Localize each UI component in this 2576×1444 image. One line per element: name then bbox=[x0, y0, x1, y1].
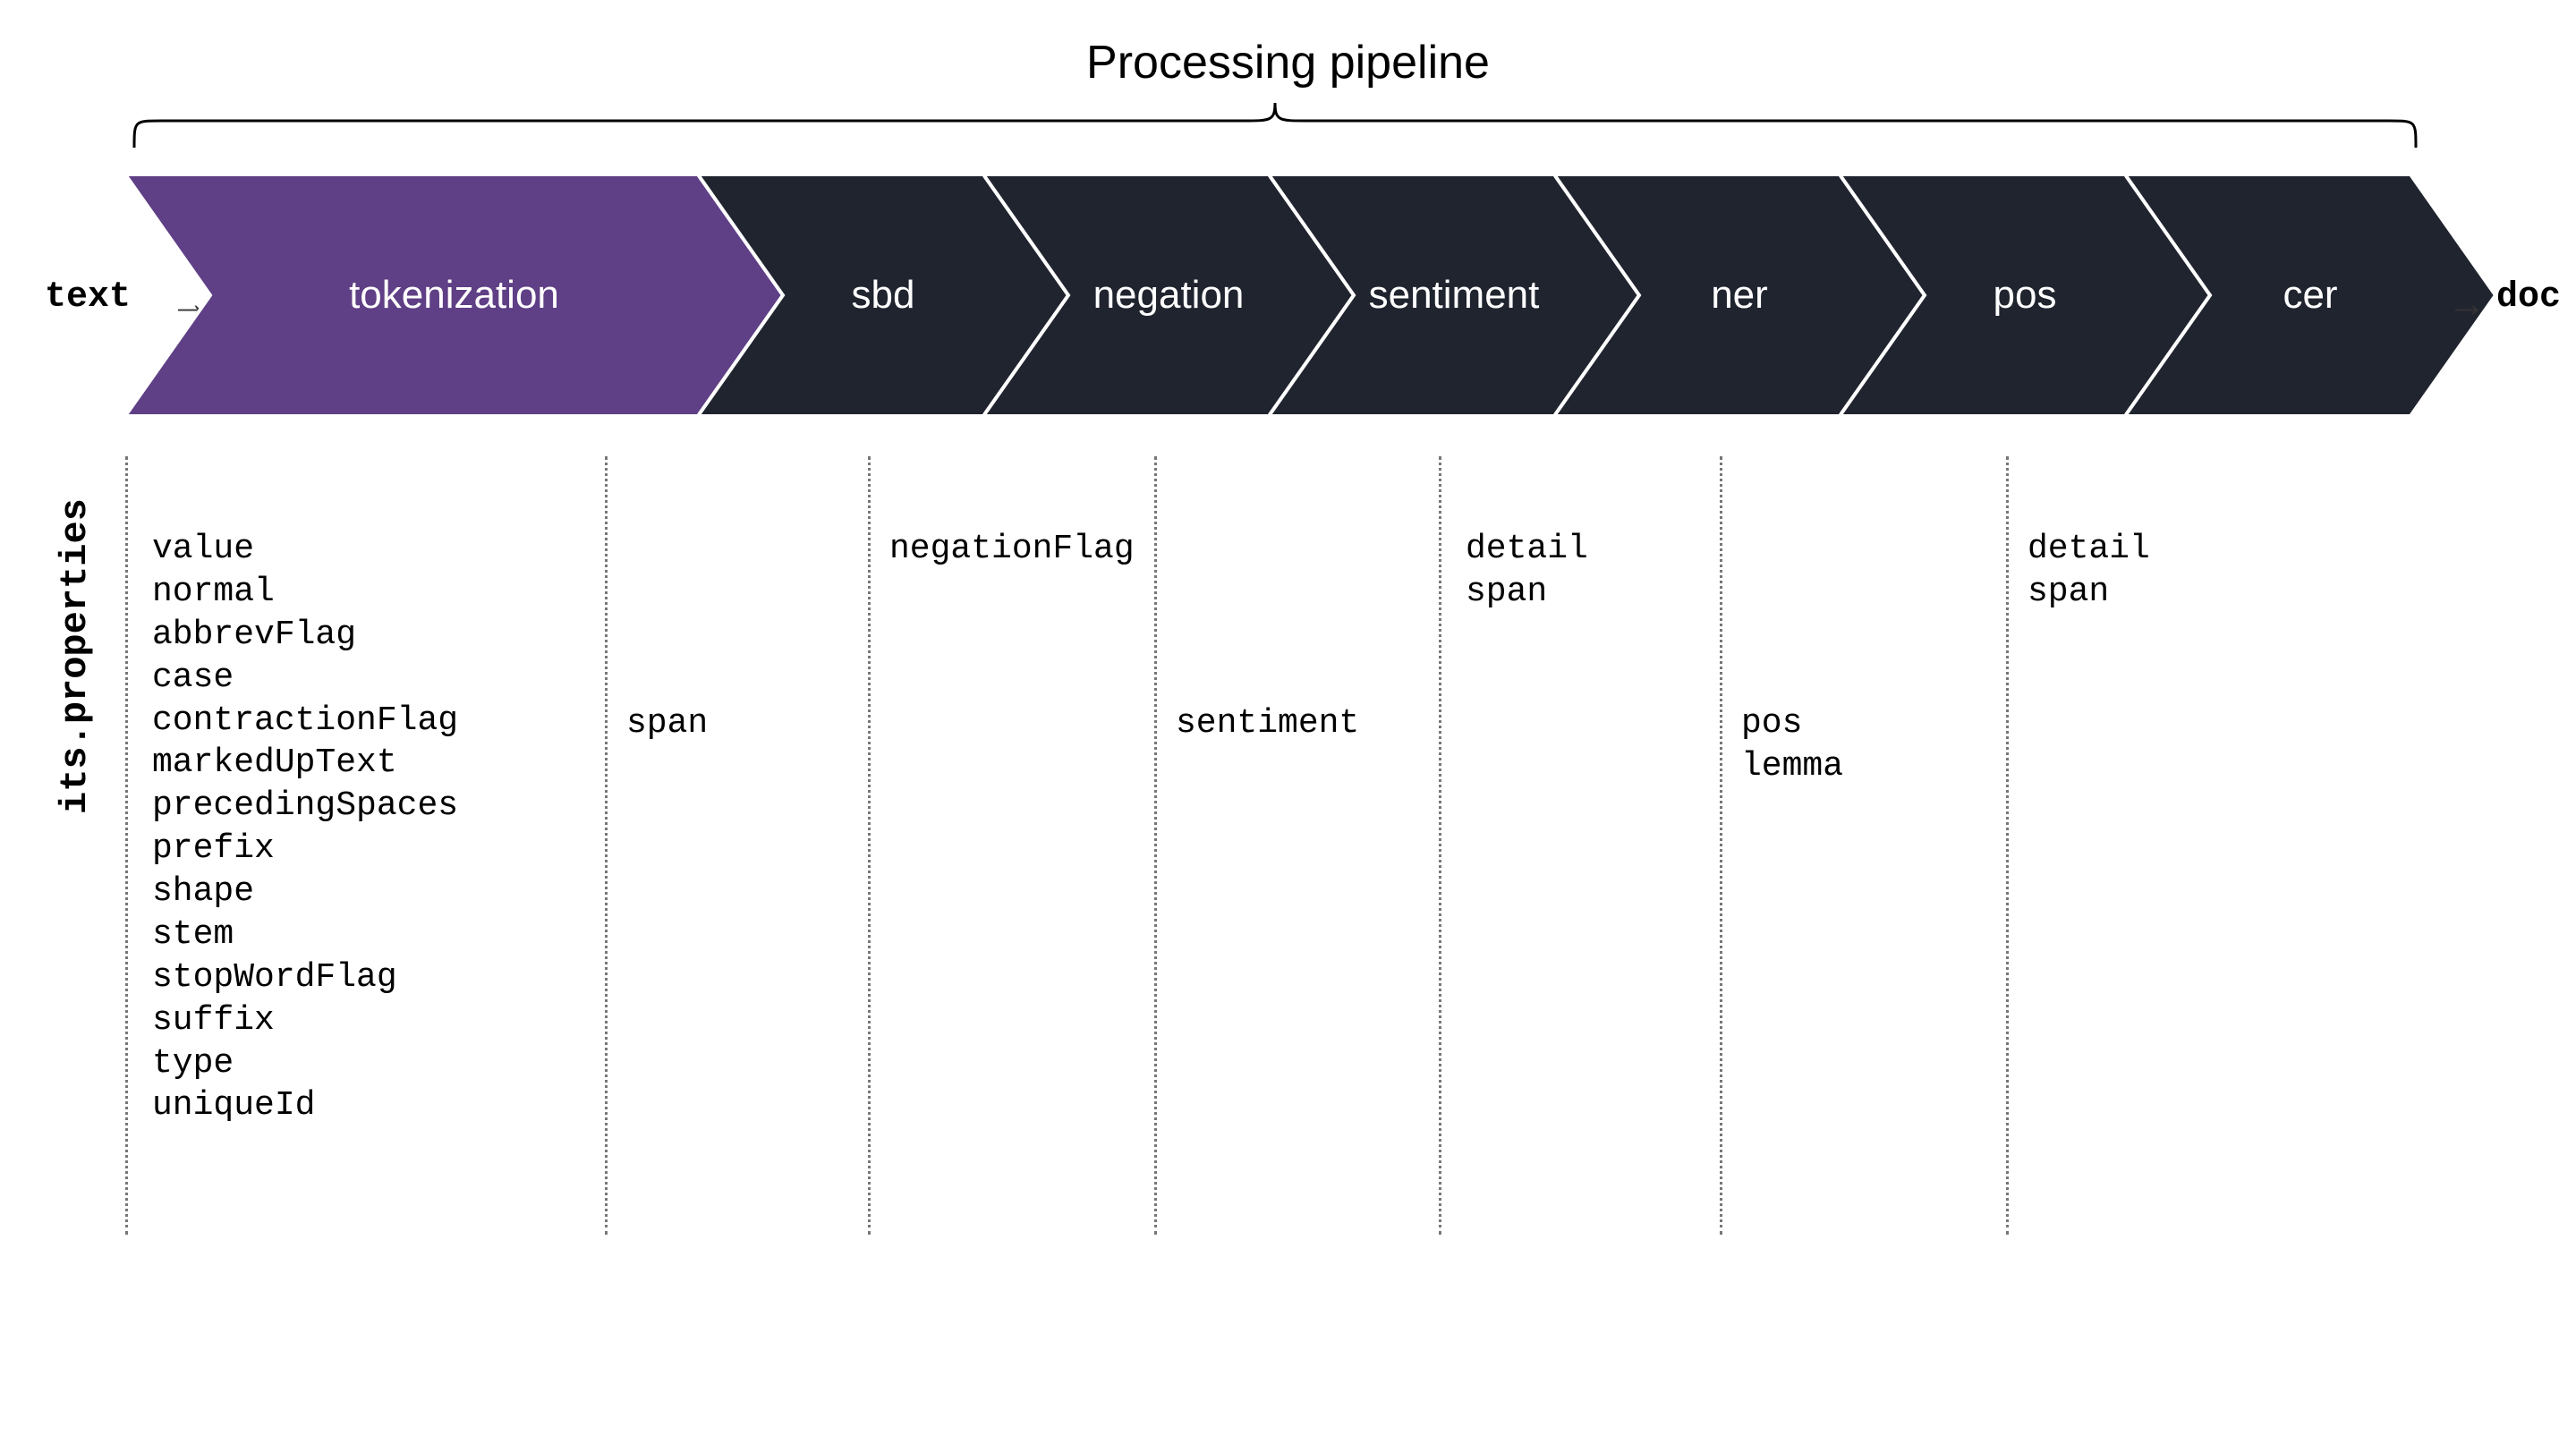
divider-tokenization bbox=[125, 456, 128, 1235]
props-col-cer: detailspan bbox=[2028, 528, 2150, 614]
properties-area: its.properties valuenormalabbrevFlagcase… bbox=[0, 456, 2576, 1244]
stage-tokenization: tokenization bbox=[125, 174, 783, 416]
prop-item: lemma bbox=[1741, 745, 1843, 788]
props-col-ner: detailspan bbox=[1466, 528, 1588, 614]
diagram-title: Processing pipeline bbox=[0, 36, 2576, 89]
props-col-pos: poslemma bbox=[1741, 702, 1843, 788]
input-label: text bbox=[45, 277, 131, 318]
prop-item: stopWordFlag bbox=[152, 956, 458, 999]
brace-bracket bbox=[125, 98, 2425, 152]
prop-item: case bbox=[152, 657, 458, 700]
divider-negation bbox=[868, 456, 871, 1235]
arrow-out-icon: → bbox=[2447, 282, 2487, 327]
prop-item: shape bbox=[152, 871, 458, 913]
prop-item: detail bbox=[2028, 528, 2150, 571]
prop-item: suffix bbox=[152, 999, 458, 1042]
divider-sbd bbox=[605, 456, 608, 1235]
props-col-negation: negationFlag bbox=[889, 528, 1135, 571]
prop-item: abbrevFlag bbox=[152, 614, 458, 657]
prop-item: pos bbox=[1741, 702, 1843, 745]
prop-item: stem bbox=[152, 913, 458, 956]
prop-item: markedUpText bbox=[152, 742, 458, 785]
divider-sentiment bbox=[1154, 456, 1157, 1235]
prop-item: value bbox=[152, 528, 458, 571]
prop-item: span bbox=[626, 702, 708, 745]
prop-item: normal bbox=[152, 571, 458, 614]
divider-pos bbox=[1720, 456, 1722, 1235]
prop-item: span bbox=[1466, 571, 1588, 614]
prop-item: negationFlag bbox=[889, 528, 1135, 571]
its-properties-label: its.properties bbox=[54, 498, 97, 814]
prop-item: span bbox=[2028, 571, 2150, 614]
stage-cer: cer bbox=[2125, 174, 2495, 416]
divider-cer bbox=[2006, 456, 2009, 1235]
pipeline-row: text → tokenizationsbdnegationsentimentn… bbox=[0, 174, 2576, 416]
prop-item: prefix bbox=[152, 828, 458, 871]
prop-item: detail bbox=[1466, 528, 1588, 571]
prop-item: precedingSpaces bbox=[152, 785, 458, 828]
props-col-sentiment: sentiment bbox=[1176, 702, 1359, 745]
prop-item: type bbox=[152, 1042, 458, 1085]
divider-ner bbox=[1439, 456, 1441, 1235]
props-col-sbd: span bbox=[626, 702, 708, 745]
output-label: doc bbox=[2496, 277, 2561, 318]
props-col-tokenization: valuenormalabbrevFlagcasecontractionFlag… bbox=[152, 528, 458, 1127]
prop-item: sentiment bbox=[1176, 702, 1359, 745]
prop-item: contractionFlag bbox=[152, 700, 458, 743]
prop-item: uniqueId bbox=[152, 1084, 458, 1127]
